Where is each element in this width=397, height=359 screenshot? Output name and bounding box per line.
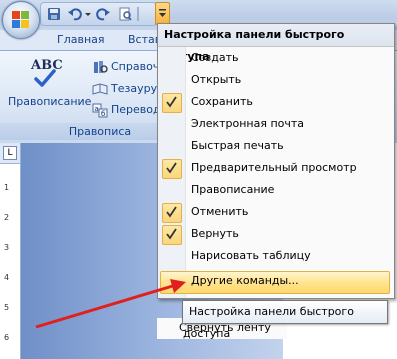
menu-item-label: Быстрая печать <box>191 139 284 152</box>
undo-dropdown-icon[interactable] <box>84 7 92 21</box>
vertical-ruler[interactable]: 1 2 3 4 5 6 <box>0 164 21 359</box>
chevron-down-icon <box>159 9 166 17</box>
thesaurus-label: Тезаурус <box>111 82 164 95</box>
menu-item-new[interactable]: Создать <box>158 48 394 69</box>
translate-label: Перевод <box>111 103 161 116</box>
svg-text:a: a <box>95 105 99 113</box>
ruler-mark: 3 <box>4 243 10 252</box>
menu-item-print-preview[interactable]: Предварительный просмотр <box>158 158 394 179</box>
menu-item-label: Вернуть <box>191 227 239 240</box>
menu-item-save[interactable]: Сохранить <box>158 92 394 113</box>
menu-item-spelling[interactable]: Правописание <box>158 180 394 201</box>
svg-text:б: б <box>101 110 105 118</box>
checkmark-icon <box>34 69 56 87</box>
ruler-mark: 2 <box>4 213 10 222</box>
ruler-mark: 1 <box>4 183 10 192</box>
ruler-mark: 4 <box>4 273 10 282</box>
check-icon <box>162 203 182 223</box>
research-books-icon <box>94 61 108 73</box>
ruler-corner: L <box>0 143 21 164</box>
menu-item-label: Сохранить <box>191 95 253 108</box>
thesaurus-book-icon <box>92 83 108 95</box>
qat-separator <box>137 7 139 21</box>
ruler-mark: 6 <box>4 333 10 342</box>
redo-icon[interactable] <box>96 7 110 21</box>
ruler-mark: 5 <box>4 303 10 312</box>
menu-item-more-commands[interactable]: Другие команды... <box>158 271 394 294</box>
menu-item-undo[interactable]: Отменить <box>158 202 394 223</box>
menu-header: Настройка панели быстрого доступа <box>158 24 394 63</box>
menu-item-label: Отменить <box>191 205 249 218</box>
tooltip: Настройка панели быстрого доступа <box>182 300 388 340</box>
tab-selector-button[interactable]: L <box>3 146 17 160</box>
menu-item-label: Электронная почта <box>191 117 305 130</box>
customize-qat-menu: Настройка панели быстрого доступа Создат… <box>157 23 395 299</box>
menu-item-label: Открыть <box>191 73 242 86</box>
menu-item-label: Другие команды... <box>191 274 299 287</box>
office-logo-icon <box>12 11 30 29</box>
menu-item-quick-print[interactable]: Быстрая печать <box>158 136 394 157</box>
check-icon <box>162 159 182 179</box>
menu-item-email[interactable]: Электронная почта <box>158 114 394 135</box>
menu-item-label: Предварительный просмотр <box>191 161 357 174</box>
menu-item-label: Правописание <box>191 183 275 196</box>
undo-icon[interactable] <box>68 7 82 21</box>
check-icon <box>162 93 182 113</box>
check-icon <box>162 225 182 245</box>
menu-item-label: Нарисовать таблицу <box>191 249 311 262</box>
customize-qat-button[interactable] <box>155 2 170 25</box>
translate-icon: a б <box>92 103 108 118</box>
menu-item-open[interactable]: Открыть <box>158 70 394 91</box>
menu-item-label: Создать <box>191 51 239 64</box>
spelling-button-label: Правописание <box>8 95 92 108</box>
quick-access-toolbar <box>40 2 157 26</box>
menu-item-redo[interactable]: Вернуть <box>158 224 394 245</box>
menu-item-draw-table[interactable]: Нарисовать таблицу <box>158 246 394 267</box>
print-preview-icon[interactable] <box>118 7 132 21</box>
save-icon[interactable] <box>47 7 61 21</box>
spelling-button[interactable]: ABC Правописание <box>5 55 91 115</box>
tab-home[interactable]: Главная <box>57 33 105 46</box>
